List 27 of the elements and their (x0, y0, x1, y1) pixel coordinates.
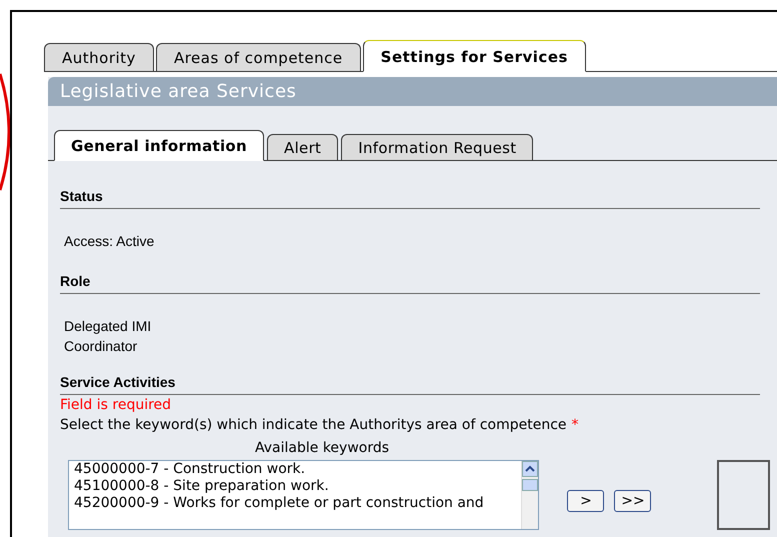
list-item[interactable]: 45100000-8 - Site preparation work. (74, 478, 538, 495)
scrollbar[interactable] (521, 461, 538, 529)
instruction-text: Select the keyword(s) which indicate the Authoritys area of competence (60, 416, 567, 435)
list-item[interactable]: 45200000-9 - Works for complete or part construction and (74, 495, 538, 512)
field-value: Delegated IMI (64, 317, 152, 336)
error-message: Field is required (60, 396, 172, 415)
required-mark: * (572, 416, 579, 435)
section-heading: Role (60, 271, 760, 294)
tab[interactable]: Settings for Services (362, 40, 586, 72)
selected-listbox[interactable] (717, 460, 770, 530)
tab[interactable]: General information (54, 130, 264, 161)
list-item[interactable]: 45000000-7 - Construction work. (74, 461, 538, 478)
tab[interactable]: Authority (44, 43, 154, 71)
section-heading: Service Activities (60, 372, 760, 395)
list-label: Available keywords (254, 439, 390, 458)
field-value: Access: Active (64, 232, 156, 251)
panel-header: Legislative area Services (48, 77, 777, 106)
scroll-thumb[interactable] (522, 479, 538, 491)
tab[interactable]: Alert (267, 134, 338, 160)
tab[interactable]: Areas of competence (156, 43, 361, 71)
tab[interactable]: Information Request (341, 134, 534, 160)
move-button[interactable]: > (567, 490, 604, 512)
move-button[interactable]: >> (614, 490, 652, 512)
field-value: Coordinator (64, 337, 138, 356)
scroll-up-icon[interactable] (522, 461, 538, 477)
keyword-listbox[interactable]: 45000000-7 - Construction work. 45100000-8 - Site preparation work. 45200000-9 - Works for complete or part construction and (68, 460, 540, 530)
section-heading: Status (60, 186, 760, 209)
